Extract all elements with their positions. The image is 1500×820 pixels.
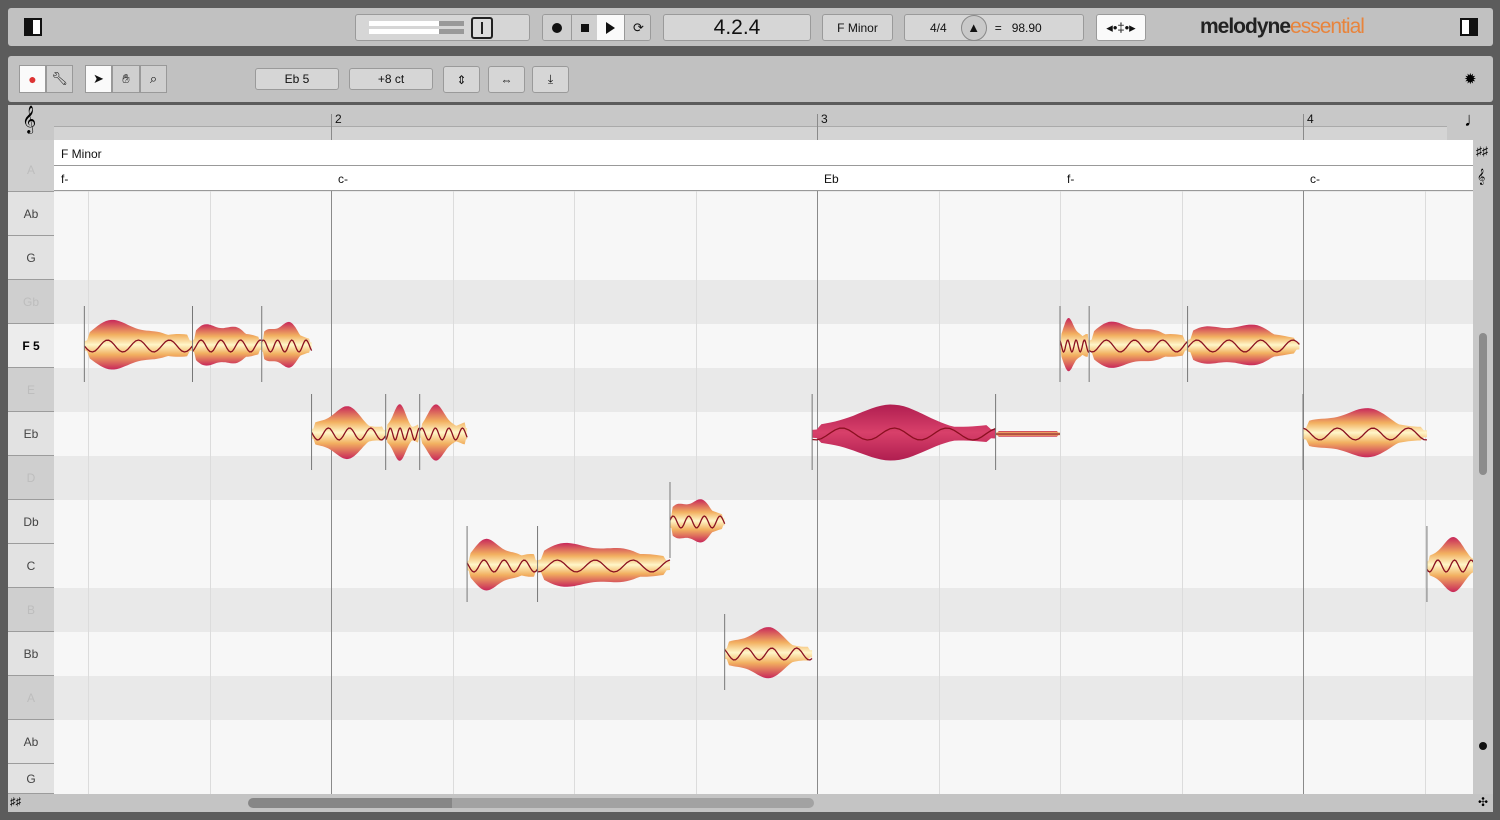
chord-label[interactable]: f- xyxy=(1067,172,1074,186)
bar-number: 3 xyxy=(821,112,828,126)
note-grid[interactable] xyxy=(54,191,1473,794)
key-d[interactable]: D xyxy=(8,456,54,500)
play-icon xyxy=(606,21,615,34)
chord-label[interactable]: c- xyxy=(1310,172,1320,186)
right-panel-toggle-icon[interactable] xyxy=(1460,18,1478,36)
note-blob[interactable] xyxy=(467,538,538,591)
note-blob[interactable] xyxy=(724,627,813,679)
stretch-icon: ◂•‡•▸ xyxy=(1106,19,1136,35)
stop-icon xyxy=(580,23,589,32)
key-g[interactable]: G xyxy=(8,236,54,280)
bar-number: 4 xyxy=(1307,112,1314,126)
chord-label[interactable]: Eb xyxy=(824,172,839,186)
record-icon xyxy=(552,22,562,33)
zoom-corner-icon[interactable]: ✣ xyxy=(1478,795,1488,809)
key-b[interactable]: B xyxy=(8,588,54,632)
note-blobs[interactable] xyxy=(54,191,1473,794)
key-f5[interactable]: F 5 xyxy=(8,324,54,368)
settings-gear-icon[interactable]: ✹ xyxy=(1464,70,1477,88)
level-meter xyxy=(355,14,530,41)
ruler[interactable] xyxy=(54,126,1447,140)
pitch-tool-button[interactable]: ⇕ xyxy=(443,66,480,93)
time-tool-button[interactable]: ⇔ xyxy=(488,66,525,93)
chord-label[interactable]: c- xyxy=(338,172,348,186)
time-tool-icon: ⇔ xyxy=(500,72,513,87)
key-ab[interactable]: Ab xyxy=(8,192,54,236)
note-blob[interactable] xyxy=(261,321,312,368)
key-db[interactable]: Db xyxy=(8,500,54,544)
clef-icon[interactable]: 𝄞 xyxy=(22,106,36,134)
zoom-tool-button[interactable]: ⌕ xyxy=(140,65,167,93)
volume-handle[interactable] xyxy=(471,17,493,39)
scale-snap-icon[interactable]: ♯♯ xyxy=(1476,144,1488,158)
note-blob[interactable] xyxy=(812,404,996,461)
blob-tool-icon: ● xyxy=(28,71,37,87)
key-a[interactable]: A xyxy=(8,148,54,192)
stop-button[interactable] xyxy=(571,15,597,40)
pitch-field[interactable]: Eb 5 xyxy=(255,68,339,90)
tempo-group: 4/4 ▲ = 98.90 xyxy=(904,14,1084,41)
key-ab[interactable]: Ab xyxy=(8,720,54,764)
pitch-tool-icon: ⇕ xyxy=(456,72,467,87)
metronome-button[interactable]: ▲ xyxy=(960,14,987,41)
clef-small-icon[interactable]: 𝄞 xyxy=(1477,168,1485,185)
tempo-equals: = xyxy=(994,20,1002,35)
logo: melodyneessential xyxy=(1200,15,1365,38)
horizontal-scrollbar-overview[interactable] xyxy=(248,798,814,808)
scale-label: F Minor xyxy=(61,147,102,161)
hand-icon: ✋︎ xyxy=(122,71,130,86)
wrench-tool-button[interactable]: 🔧︎ xyxy=(46,65,73,93)
chord-label[interactable]: f- xyxy=(61,172,68,186)
key-e[interactable]: E xyxy=(8,368,54,412)
key-c[interactable]: C xyxy=(8,544,54,588)
vertical-zoom-slider[interactable] xyxy=(1479,742,1487,750)
loop-icon: ⟳ xyxy=(633,19,644,35)
tempo-value[interactable]: 98.90 xyxy=(1012,21,1042,35)
left-panel-toggle-icon[interactable] xyxy=(24,18,42,36)
key-g[interactable]: G xyxy=(8,764,54,794)
time-signature[interactable]: 4/4 xyxy=(930,21,947,35)
main-tool-button[interactable]: ● xyxy=(19,65,46,93)
wrench-icon: 🔧︎ xyxy=(51,71,68,86)
record-button[interactable] xyxy=(543,15,571,40)
magnifier-icon: ⌕ xyxy=(149,71,158,86)
key-gb[interactable]: Gb xyxy=(8,280,54,324)
key-bb[interactable]: Bb xyxy=(8,632,54,676)
amplitude-tool-icon: ⤓ xyxy=(547,72,554,86)
hand-tool-button[interactable]: ✋︎ xyxy=(112,65,140,93)
loop-button[interactable]: ⟳ xyxy=(624,15,650,40)
key-eb[interactable]: Eb xyxy=(8,412,54,456)
key-row xyxy=(54,140,1473,166)
note-value-icon[interactable]: ♩ xyxy=(1464,109,1484,132)
time-stretch-button[interactable]: ◂•‡•▸ xyxy=(1096,14,1146,41)
pointer-icon: ➤ xyxy=(93,71,104,86)
play-button[interactable] xyxy=(597,15,624,40)
position-display[interactable]: 4.2.4 xyxy=(663,14,811,41)
bar-number: 2 xyxy=(335,112,342,126)
vertical-scrollbar[interactable] xyxy=(1479,333,1487,475)
scale-toggle-icon[interactable]: ♯♯ xyxy=(10,796,21,808)
key-a[interactable]: A xyxy=(8,676,54,720)
key-display[interactable]: F Minor xyxy=(822,14,893,41)
note-blob[interactable] xyxy=(1089,321,1188,368)
chord-row xyxy=(54,166,1473,191)
note-blob[interactable] xyxy=(192,324,262,366)
pointer-tool-button[interactable]: ➤ xyxy=(85,65,112,93)
tool-bar xyxy=(8,56,1493,102)
amplitude-tool-button[interactable]: ⤓ xyxy=(532,66,569,93)
cents-field[interactable]: +8 ct xyxy=(349,68,433,90)
transport-group: ⟳ xyxy=(542,14,651,41)
